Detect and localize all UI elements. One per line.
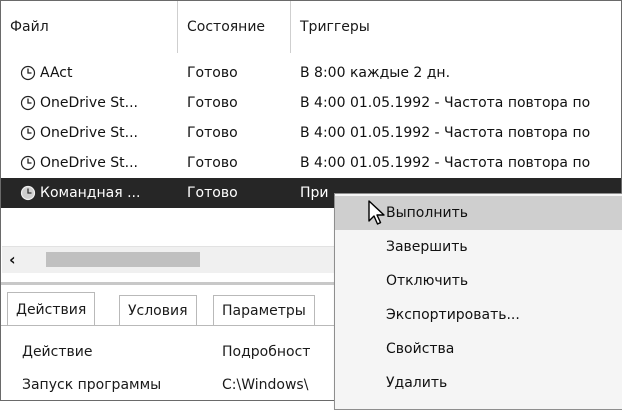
task-trigger: В 4:00 01.05.1992 - Частота повтора по — [300, 155, 591, 171]
menu-item-disable[interactable]: Отключить — [335, 264, 622, 298]
task-status: Готово — [187, 65, 238, 81]
task-name: AAct — [40, 65, 73, 81]
menu-item-export[interactable]: Экспортировать... — [335, 298, 622, 332]
tab-conditions[interactable]: Условия — [119, 295, 197, 325]
task-row[interactable]: OneDrive St... Готово В 4:00 01.05.1992 … — [1, 88, 621, 118]
task-name: Командная ... — [40, 185, 141, 201]
column-header-triggers[interactable]: Триггеры — [291, 1, 621, 53]
task-row[interactable]: AAct Готово В 8:00 каждые 2 дн. — [1, 58, 621, 88]
clock-icon — [20, 155, 36, 171]
column-header-action[interactable]: Действие — [22, 337, 212, 367]
clock-icon — [20, 65, 36, 81]
action-details[interactable]: C:\Windows\ — [222, 371, 334, 399]
tab-actions[interactable]: Действия — [7, 292, 96, 326]
task-trigger: В 8:00 каждые 2 дн. — [300, 65, 451, 81]
menu-item-delete[interactable]: Удалить — [335, 366, 622, 400]
menu-item-properties[interactable]: Свойства — [335, 332, 622, 366]
task-name: OneDrive St... — [40, 125, 139, 141]
task-name: OneDrive St... — [40, 155, 139, 171]
scroll-left-icon[interactable]: ‹ — [9, 250, 16, 269]
mouse-cursor-icon — [368, 200, 385, 225]
column-header-details[interactable]: Подробност — [222, 337, 334, 367]
tab-parameters[interactable]: Параметры — [213, 295, 315, 325]
task-name: OneDrive St... — [40, 95, 139, 111]
task-trigger: В 4:00 01.05.1992 - Частота повтора по — [300, 95, 591, 111]
task-status: Готово — [187, 155, 238, 171]
task-status: Готово — [187, 185, 238, 201]
task-list-header: Файл Состояние Триггеры — [1, 1, 621, 53]
task-row[interactable]: OneDrive St... Готово В 4:00 01.05.1992 … — [1, 118, 621, 148]
scrollbar-thumb[interactable] — [46, 252, 200, 267]
task-status: Готово — [187, 125, 238, 141]
clock-icon — [20, 125, 36, 141]
clock-icon — [20, 185, 36, 201]
action-type[interactable]: Запуск программы — [22, 371, 214, 399]
menu-item-end[interactable]: Завершить — [335, 230, 622, 264]
column-header-status[interactable]: Состояние — [178, 1, 290, 53]
clock-icon — [20, 95, 36, 111]
task-status: Готово — [187, 95, 238, 111]
task-row[interactable]: OneDrive St... Готово В 4:00 01.05.1992 … — [1, 148, 621, 178]
column-header-file[interactable]: Файл — [1, 1, 176, 53]
task-trigger: В 4:00 01.05.1992 - Частота повтора по — [300, 125, 591, 141]
